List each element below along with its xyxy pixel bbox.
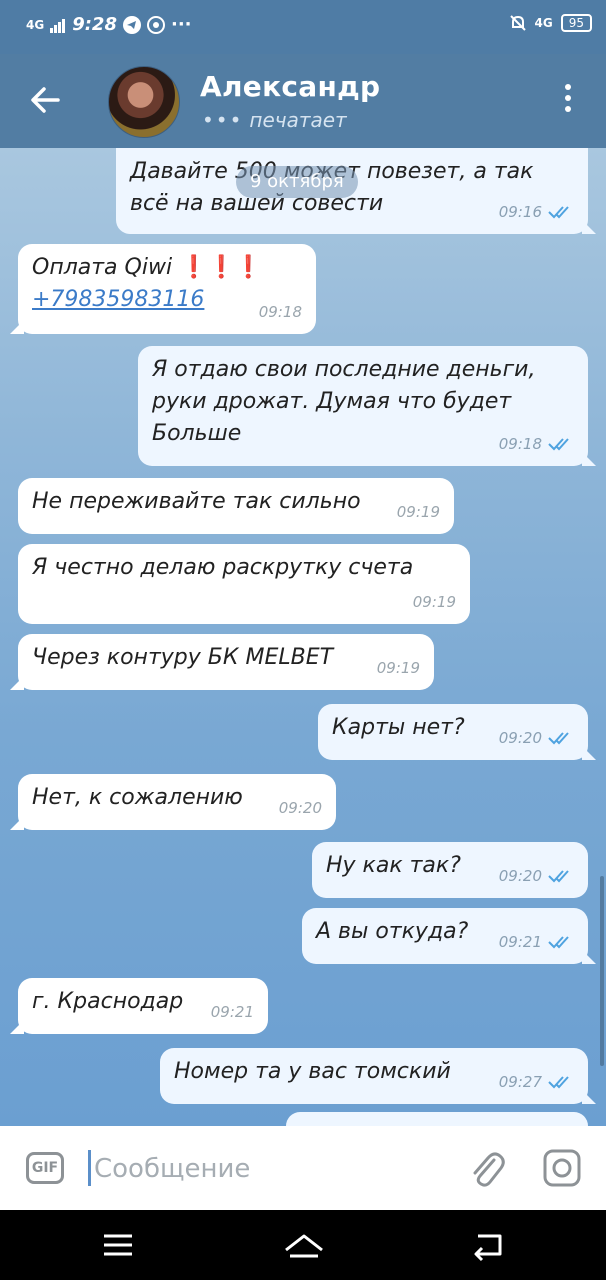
more-menu-button[interactable] (560, 84, 576, 120)
double-check-icon (548, 206, 569, 219)
chat-header: Александр ••• печатает (0, 54, 606, 148)
message-time: 09:20 (498, 729, 542, 747)
clock: 9:28 (72, 14, 117, 35)
paperclip-icon (473, 1152, 505, 1187)
more-vertical-icon (565, 84, 571, 90)
double-check-icon (548, 732, 569, 745)
scrollbar[interactable] (600, 876, 604, 1066)
message-meta: 09:21 (211, 996, 254, 1028)
message-bubble[interactable]: Ну как так? 09:20 (312, 842, 588, 898)
typing-status: ••• печатает (202, 108, 347, 132)
message-time: 09:21 (498, 933, 542, 951)
status-left: 4G 9:28 ··· (26, 14, 192, 35)
message-bubble[interactable]: Я отдаю свои последние деньги, руки дрож… (138, 346, 596, 466)
home-icon (285, 1234, 323, 1258)
more-vertical-dot (565, 106, 571, 112)
message-time: 09:20 (498, 867, 542, 885)
message-meta: 09:18 (499, 428, 574, 460)
message-text: Номер та у вас томский (174, 1059, 451, 1084)
message-bubble[interactable]: Номер та у вас томский 09:27 (160, 1048, 596, 1104)
network-label: 4G (534, 16, 553, 30)
nav-back-button[interactable] (470, 1228, 510, 1262)
back-arrow-icon (31, 87, 60, 113)
message-time: 09:19 (376, 659, 420, 677)
exclamation-emoji: ❗❗❗ (180, 255, 263, 280)
message-time: 09:19 (412, 593, 456, 611)
battery-icon: 95 (560, 14, 592, 32)
message-bubble-partial[interactable] (286, 1112, 588, 1126)
double-check-icon (548, 936, 569, 949)
message-text: Я честно делаю раскрутку счета (32, 555, 414, 580)
message-meta: 09:20 (279, 792, 322, 824)
nav-menu-button[interactable] (100, 1228, 140, 1262)
chrome-icon (146, 15, 165, 34)
signal-icon (50, 18, 66, 33)
message-bubble[interactable]: Оплата Qiwi ❗❗❗ +79835983116 09:18 (10, 244, 316, 334)
avatar[interactable] (108, 66, 180, 138)
message-meta: 09:19 (413, 586, 456, 618)
more-notifications: ··· (170, 14, 192, 35)
message-meta: 09:19 (397, 496, 440, 528)
return-icon (474, 1234, 502, 1262)
status-bar: 4G 9:28 ··· 4G 95 (0, 0, 606, 54)
camera-icon (543, 1149, 581, 1187)
phone-link[interactable]: +79835983116 (32, 287, 204, 312)
attach-button[interactable] (466, 1146, 506, 1190)
message-text: Оплата Qiwi (32, 255, 173, 280)
message-text: А вы откуда? (316, 919, 469, 944)
text-cursor (88, 1150, 91, 1186)
message-meta: 09:18 (259, 296, 302, 328)
message-text: Ну как так? (326, 853, 461, 878)
message-bubble[interactable]: Не переживайте так сильно 09:19 (18, 478, 454, 534)
message-meta: 09:27 (499, 1066, 574, 1098)
double-check-icon (548, 1076, 569, 1089)
signal-label: 4G (26, 17, 45, 32)
message-bubble[interactable]: Я честно делаю раскрутку счета 09:19 (18, 544, 470, 624)
message-text-line: Оплата Qiwi ❗❗❗ (32, 252, 302, 284)
back-button[interactable] (28, 82, 68, 122)
mute-notifications-icon (509, 15, 526, 31)
message-composer: GIF (0, 1126, 606, 1210)
more-vertical-dot (565, 95, 571, 101)
message-time: 09:16 (498, 203, 542, 221)
message-bubble[interactable]: Нет, к сожалению 09:20 (10, 774, 336, 830)
message-bubble[interactable]: г. Краснодар 09:21 (10, 978, 268, 1034)
status-right: 4G 95 (509, 14, 592, 32)
gif-button[interactable]: GIF (26, 1152, 64, 1184)
message-input[interactable] (92, 1144, 456, 1194)
message-meta: 09:20 (499, 722, 574, 754)
message-time: 09:20 (278, 799, 322, 817)
hamburger-icon (104, 1234, 132, 1256)
typing-label: печатает (249, 108, 347, 132)
message-time: 09:27 (498, 1073, 542, 1091)
message-bubble[interactable]: А вы откуда? 09:21 (302, 908, 596, 964)
message-text: Карты нет? (332, 715, 465, 740)
double-check-icon (548, 870, 569, 883)
typing-dots: ••• (202, 108, 244, 132)
nav-home-button[interactable] (282, 1228, 326, 1262)
message-time: 09:21 (210, 1003, 254, 1021)
message-list[interactable]: Давайте 500 может повезет, а так всё на … (0, 148, 606, 1126)
message-bubble[interactable]: Через контуру БК MELBET 09:19 (10, 634, 434, 690)
camera-button[interactable] (542, 1148, 582, 1188)
message-text: Через контуру БК MELBET (32, 645, 334, 670)
message-meta: 09:21 (499, 926, 574, 958)
message-time: 09:18 (258, 303, 302, 321)
message-time: 09:19 (396, 503, 440, 521)
message-text: Нет, к сожалению (32, 785, 243, 810)
message-time: 09:18 (498, 435, 542, 453)
message-text: г. Краснодар (32, 989, 184, 1014)
message-meta: 09:16 (499, 196, 574, 228)
system-nav-bar (0, 1210, 606, 1280)
message-text: Не переживайте так сильно (32, 489, 361, 514)
telegram-icon (122, 15, 141, 34)
double-check-icon (548, 438, 569, 451)
message-meta: 09:20 (499, 860, 574, 892)
message-meta: 09:19 (377, 652, 420, 684)
chat-title[interactable]: Александр (200, 70, 380, 103)
date-separator: 9 октября (236, 166, 358, 198)
message-bubble[interactable]: Карты нет? 09:20 (318, 704, 596, 760)
